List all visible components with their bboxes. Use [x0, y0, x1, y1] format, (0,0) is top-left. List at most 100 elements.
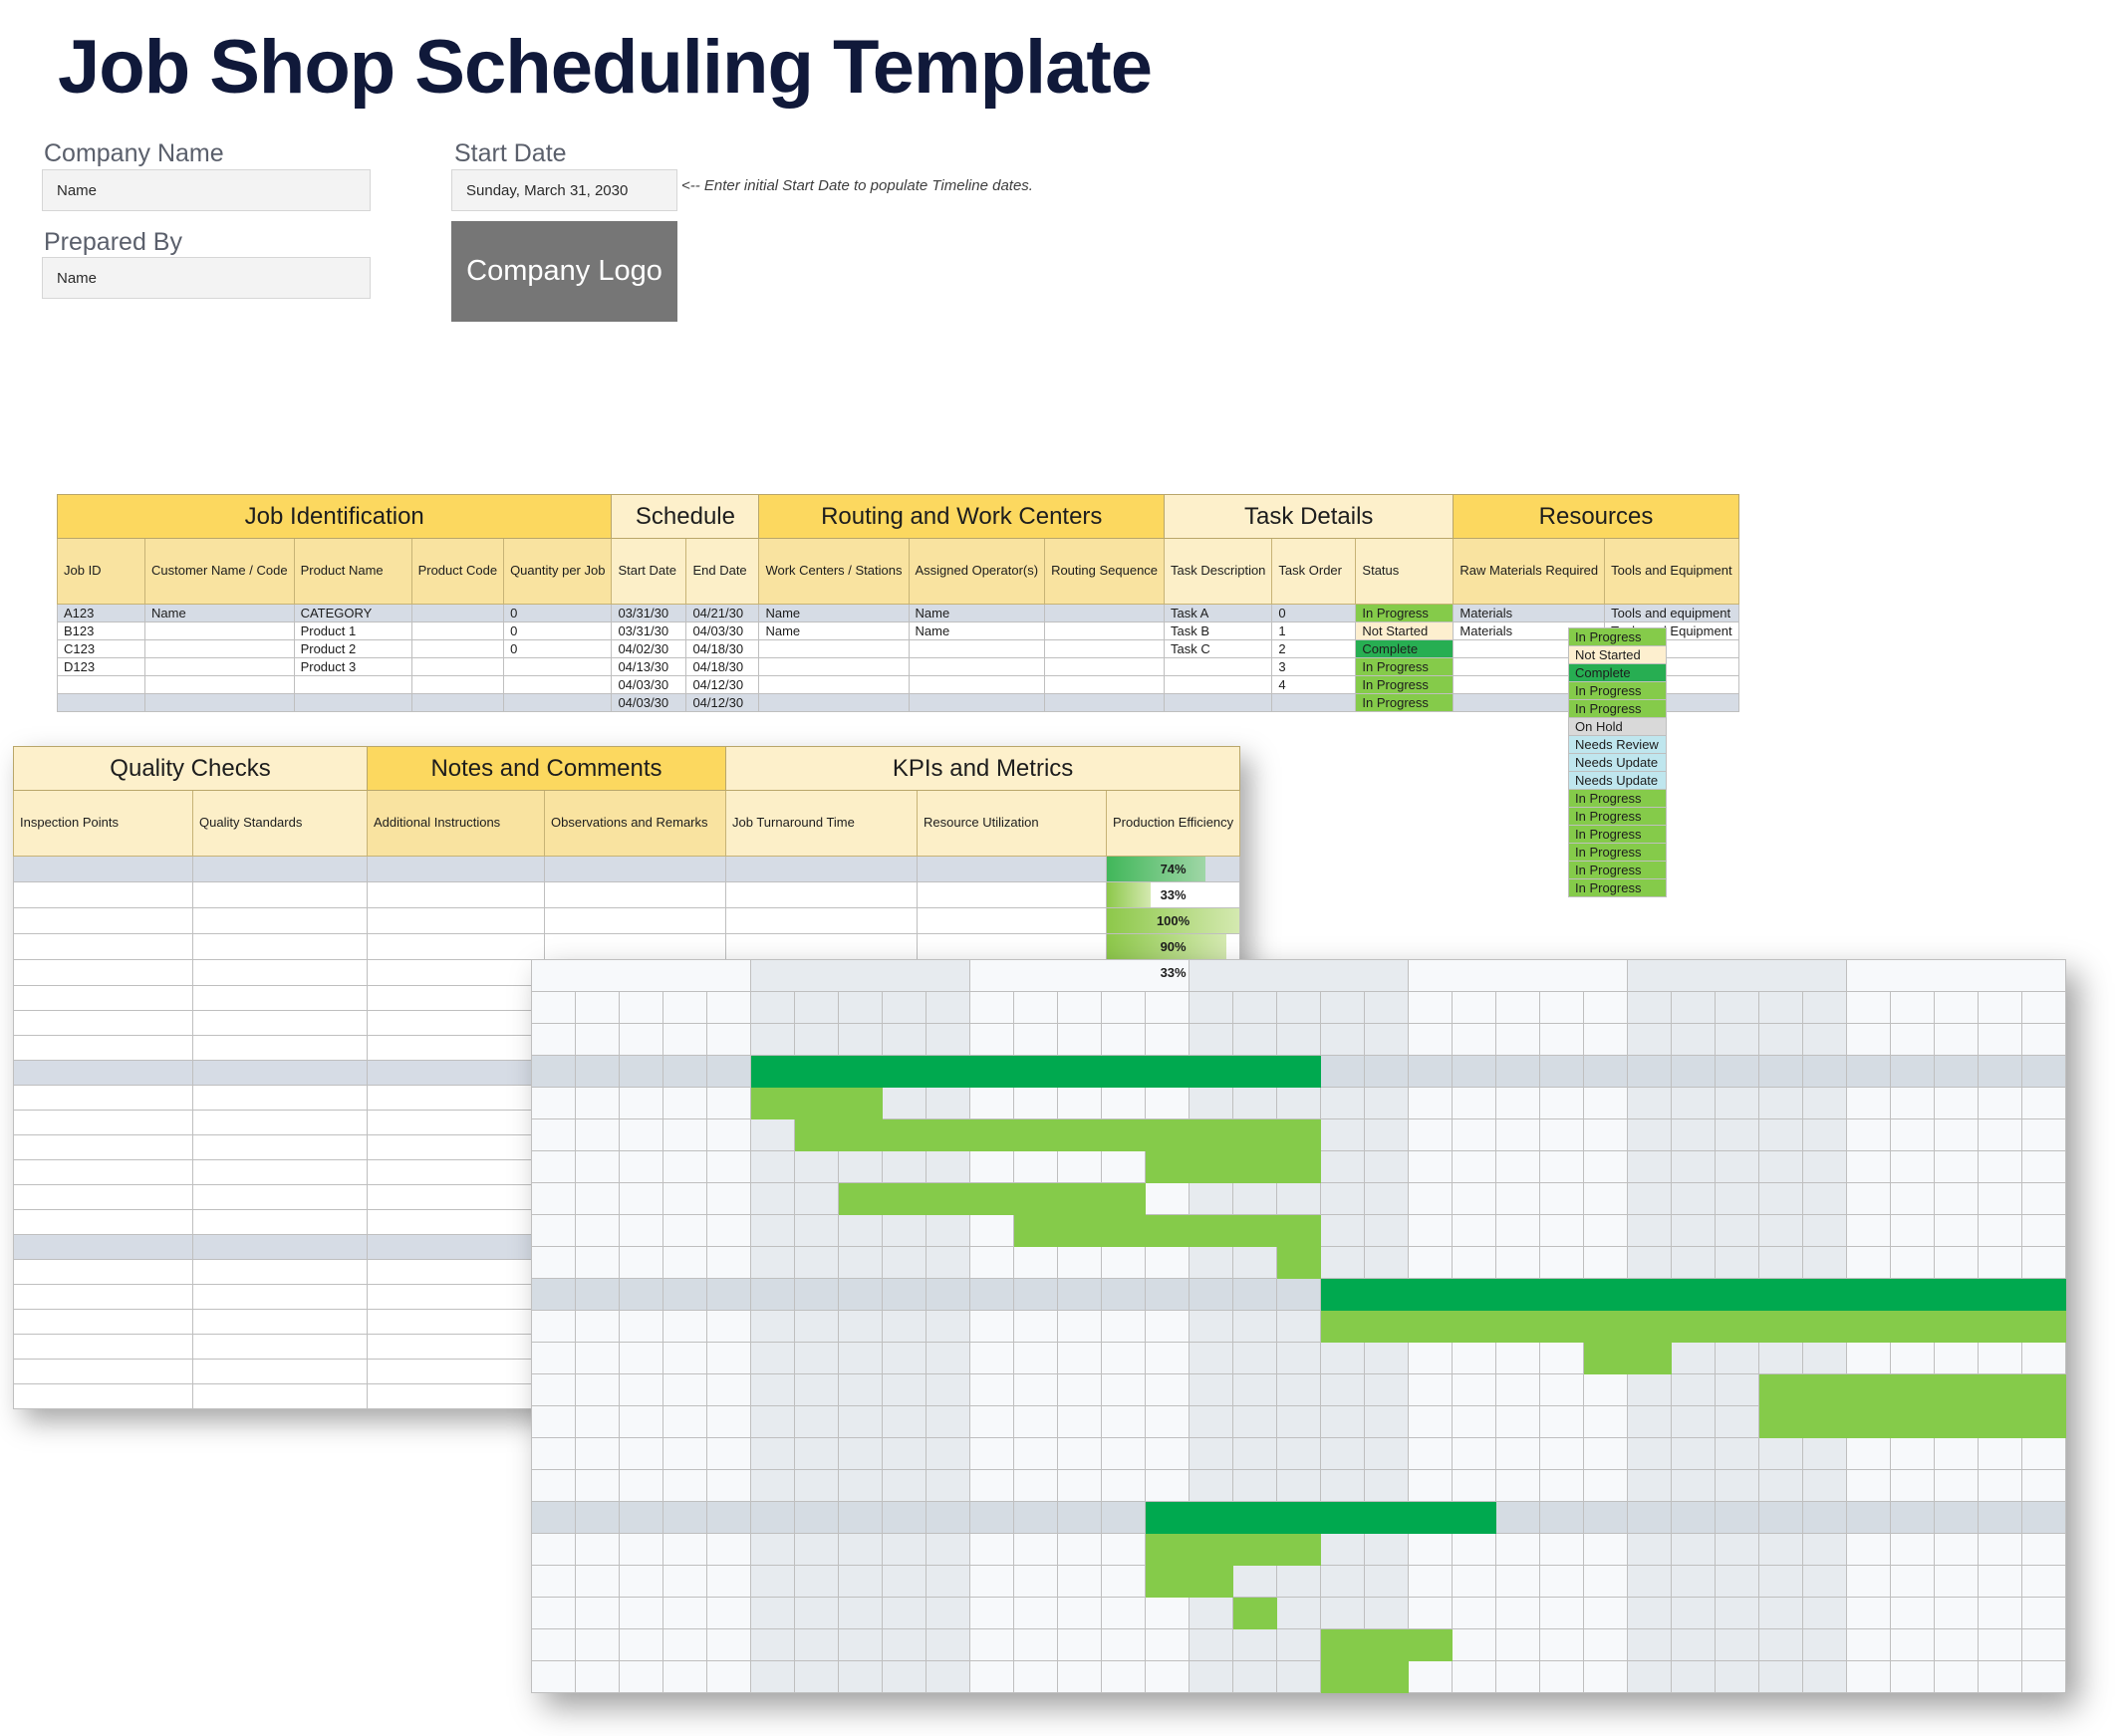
gantt-empty-cell[interactable] [619, 1214, 663, 1247]
gantt-empty-cell[interactable] [1671, 1533, 1716, 1566]
qc-cell-r8-c0[interactable] [13, 1060, 193, 1086]
gantt-empty-cell[interactable] [662, 1405, 707, 1438]
qc-cell-r14-c1[interactable] [192, 1209, 368, 1235]
gantt-empty-cell[interactable] [969, 1214, 1014, 1247]
gantt-empty-cell[interactable] [1934, 1214, 1979, 1247]
gantt-empty-cell[interactable] [2021, 1182, 2066, 1215]
cell-r4-c4[interactable] [503, 675, 613, 694]
gantt-empty-cell[interactable] [1495, 1150, 1540, 1183]
gantt-empty-cell[interactable] [1671, 1660, 1716, 1693]
gantt-bar-segment[interactable] [1802, 1373, 1847, 1406]
gantt-empty-cell[interactable] [1890, 1628, 1935, 1661]
gantt-row[interactable] [531, 1405, 2066, 1438]
gantt-empty-cell[interactable] [531, 1469, 576, 1502]
qc-cell-r13-c0[interactable] [13, 1184, 193, 1210]
gantt-row[interactable] [531, 1660, 2066, 1693]
gantt-bar-segment[interactable] [2021, 1310, 2066, 1343]
gantt-row[interactable] [531, 1087, 2066, 1119]
gantt-empty-cell[interactable] [750, 1118, 795, 1151]
gantt-empty-cell[interactable] [706, 1660, 751, 1693]
table-row[interactable]: D123 Product 3 04/13/30 04/18/30 3 In Progres… [57, 657, 1739, 676]
qc-cell-r6-c1[interactable] [192, 1010, 368, 1036]
qc-cell-r14-c0[interactable] [13, 1209, 193, 1235]
gantt-empty-cell[interactable] [662, 1087, 707, 1119]
gantt-empty-cell[interactable] [1408, 1023, 1453, 1056]
gantt-empty-cell[interactable] [619, 1660, 663, 1693]
gantt-empty-cell[interactable] [662, 1055, 707, 1088]
gantt-empty-cell[interactable] [575, 1628, 620, 1661]
gantt-empty-cell[interactable] [706, 1214, 751, 1247]
gantt-empty-cell[interactable] [969, 1469, 1014, 1502]
gantt-empty-cell[interactable] [1408, 1660, 1453, 1693]
gantt-empty-cell[interactable] [750, 1373, 795, 1406]
cell-r5-c5[interactable]: 04/03/30 [611, 693, 687, 712]
gantt-empty-cell[interactable] [1320, 1373, 1365, 1406]
gantt-empty-cell[interactable] [619, 1469, 663, 1502]
gantt-empty-cell[interactable] [1320, 1087, 1365, 1119]
gantt-empty-cell[interactable] [1057, 1373, 1102, 1406]
gantt-empty-cell[interactable] [1408, 1405, 1453, 1438]
gantt-empty-cell[interactable] [619, 1437, 663, 1470]
gantt-row[interactable] [531, 1342, 2066, 1374]
gantt-empty-cell[interactable] [882, 1150, 927, 1183]
qc-cell-r4-c1[interactable] [192, 959, 368, 986]
qc-cell-r6-c0[interactable] [13, 1010, 193, 1036]
gantt-empty-cell[interactable] [1057, 1342, 1102, 1374]
cell-r4-c6[interactable]: 04/12/30 [685, 675, 760, 694]
gantt-empty-cell[interactable] [1101, 1342, 1146, 1374]
gantt-empty-cell[interactable] [926, 1373, 970, 1406]
gantt-empty-cell[interactable] [1408, 1150, 1453, 1183]
gantt-empty-cell[interactable] [1013, 1469, 1058, 1502]
gantt-bar-segment[interactable] [1846, 1310, 1891, 1343]
gantt-empty-cell[interactable] [926, 1342, 970, 1374]
qc-cell-r18-c0[interactable] [13, 1309, 193, 1335]
gantt-empty-cell[interactable] [838, 1278, 883, 1311]
gantt-empty-cell[interactable] [1978, 1246, 2022, 1279]
gantt-empty-cell[interactable] [794, 1437, 839, 1470]
gantt-row[interactable] [531, 1533, 2066, 1566]
gantt-bar-segment[interactable] [1758, 1278, 1803, 1311]
gantt-empty-cell[interactable] [1232, 1373, 1277, 1406]
gantt-empty-cell[interactable] [1890, 1182, 1935, 1215]
qc-cell-r11-c1[interactable] [192, 1134, 368, 1160]
gantt-empty-cell[interactable] [750, 1278, 795, 1311]
gantt-bar-segment[interactable] [838, 1087, 883, 1119]
gantt-empty-cell[interactable] [750, 1246, 795, 1279]
gantt-bar-segment[interactable] [882, 1055, 927, 1088]
qc-cell-r10-c2[interactable] [367, 1110, 545, 1135]
gantt-empty-cell[interactable] [1890, 1469, 1935, 1502]
cell-r3-c3[interactable] [410, 657, 505, 676]
cell-r3-c10[interactable] [1164, 657, 1273, 676]
gantt-empty-cell[interactable] [882, 1087, 927, 1119]
gantt-row[interactable] [531, 1628, 2066, 1661]
gantt-empty-cell[interactable] [1583, 1597, 1628, 1629]
cell-r5-c8[interactable] [908, 693, 1046, 712]
gantt-bar-segment[interactable] [1627, 1310, 1672, 1343]
gantt-empty-cell[interactable] [2021, 1501, 2066, 1534]
gantt-empty-cell[interactable] [1276, 1023, 1321, 1056]
gantt-empty-cell[interactable] [1145, 1660, 1190, 1693]
gantt-empty-cell[interactable] [1802, 1118, 1847, 1151]
gantt-empty-cell[interactable] [1539, 1660, 1584, 1693]
gantt-empty-cell[interactable] [1539, 1437, 1584, 1470]
gantt-empty-cell[interactable] [969, 1533, 1014, 1566]
gantt-empty-cell[interactable] [1101, 1023, 1146, 1056]
gantt-empty-cell[interactable] [750, 1342, 795, 1374]
qc-cell-r17-c2[interactable] [367, 1284, 545, 1310]
gantt-empty-cell[interactable] [1276, 1310, 1321, 1343]
gantt-empty-cell[interactable] [1189, 1405, 1233, 1438]
cell-r3-c6[interactable]: 04/18/30 [685, 657, 760, 676]
gantt-empty-cell[interactable] [1758, 1214, 1803, 1247]
cell-r0-c3[interactable] [410, 604, 505, 622]
gantt-empty-cell[interactable] [1539, 1055, 1584, 1088]
gantt-empty-cell[interactable] [1145, 1405, 1190, 1438]
gantt-empty-cell[interactable] [1583, 1055, 1628, 1088]
gantt-empty-cell[interactable] [1671, 1437, 1716, 1470]
gantt-empty-cell[interactable] [1232, 1660, 1277, 1693]
gantt-empty-cell[interactable] [1715, 1055, 1759, 1088]
gantt-empty-cell[interactable] [1452, 1118, 1496, 1151]
gantt-bar-segment[interactable] [1846, 1278, 1891, 1311]
gantt-bar-segment[interactable] [1408, 1628, 1453, 1661]
gantt-empty-cell[interactable] [1101, 1533, 1146, 1566]
gantt-empty-cell[interactable] [1495, 1565, 1540, 1598]
